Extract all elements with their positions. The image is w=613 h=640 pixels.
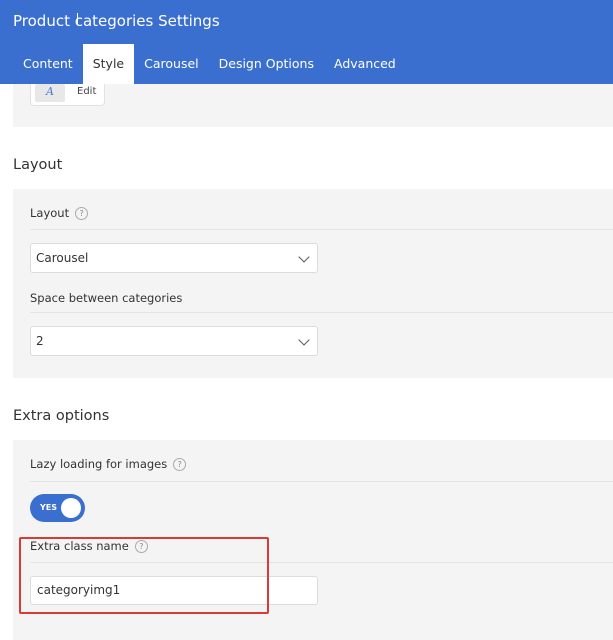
divider [30, 229, 613, 230]
edit-button[interactable]: A Edit [30, 84, 105, 106]
layout-select-value: Carousel [36, 251, 89, 265]
space-label-text: Space between categories [30, 291, 183, 305]
chevron-down-icon [298, 334, 310, 346]
font-style-icon: A [35, 84, 65, 102]
divider [30, 481, 613, 482]
divider [30, 312, 613, 313]
layout-field-label: Layout ? [30, 206, 89, 220]
help-icon[interactable]: ? [173, 457, 187, 471]
settings-title: Product categories Settings [13, 12, 220, 30]
layout-select[interactable]: Carousel [30, 243, 318, 273]
tab-content[interactable]: Content [13, 44, 83, 84]
header-bar: Product categories Settings Content Styl… [0, 0, 613, 84]
toggle-yes-label: YES [40, 503, 58, 512]
chevron-down-icon [298, 251, 310, 263]
space-field-label: Space between categories [30, 291, 182, 305]
lazy-loading-field-label: Lazy loading for images ? [30, 457, 187, 471]
edit-label: Edit [77, 86, 97, 97]
tab-style[interactable]: Style [82, 44, 135, 84]
tab-advanced[interactable]: Advanced [324, 44, 406, 84]
lazy-loading-label-text: Lazy loading for images [30, 457, 168, 471]
toggle-knob [61, 498, 81, 518]
highlight-box [19, 537, 269, 614]
tab-carousel[interactable]: Carousel [134, 44, 209, 84]
layout-section-title: Layout [13, 157, 63, 173]
extra-options-title: Extra options [13, 408, 110, 424]
text-cursor [77, 13, 78, 25]
space-select-value: 2 [36, 334, 44, 348]
tab-design-options[interactable]: Design Options [209, 44, 324, 84]
tab-bar: Content Style Carousel Design Options Ad… [13, 44, 406, 84]
help-icon[interactable]: ? [75, 206, 89, 220]
layout-label-text: Layout [30, 206, 70, 220]
space-select[interactable]: 2 [30, 326, 318, 356]
lazy-loading-toggle[interactable]: YES [30, 494, 85, 522]
